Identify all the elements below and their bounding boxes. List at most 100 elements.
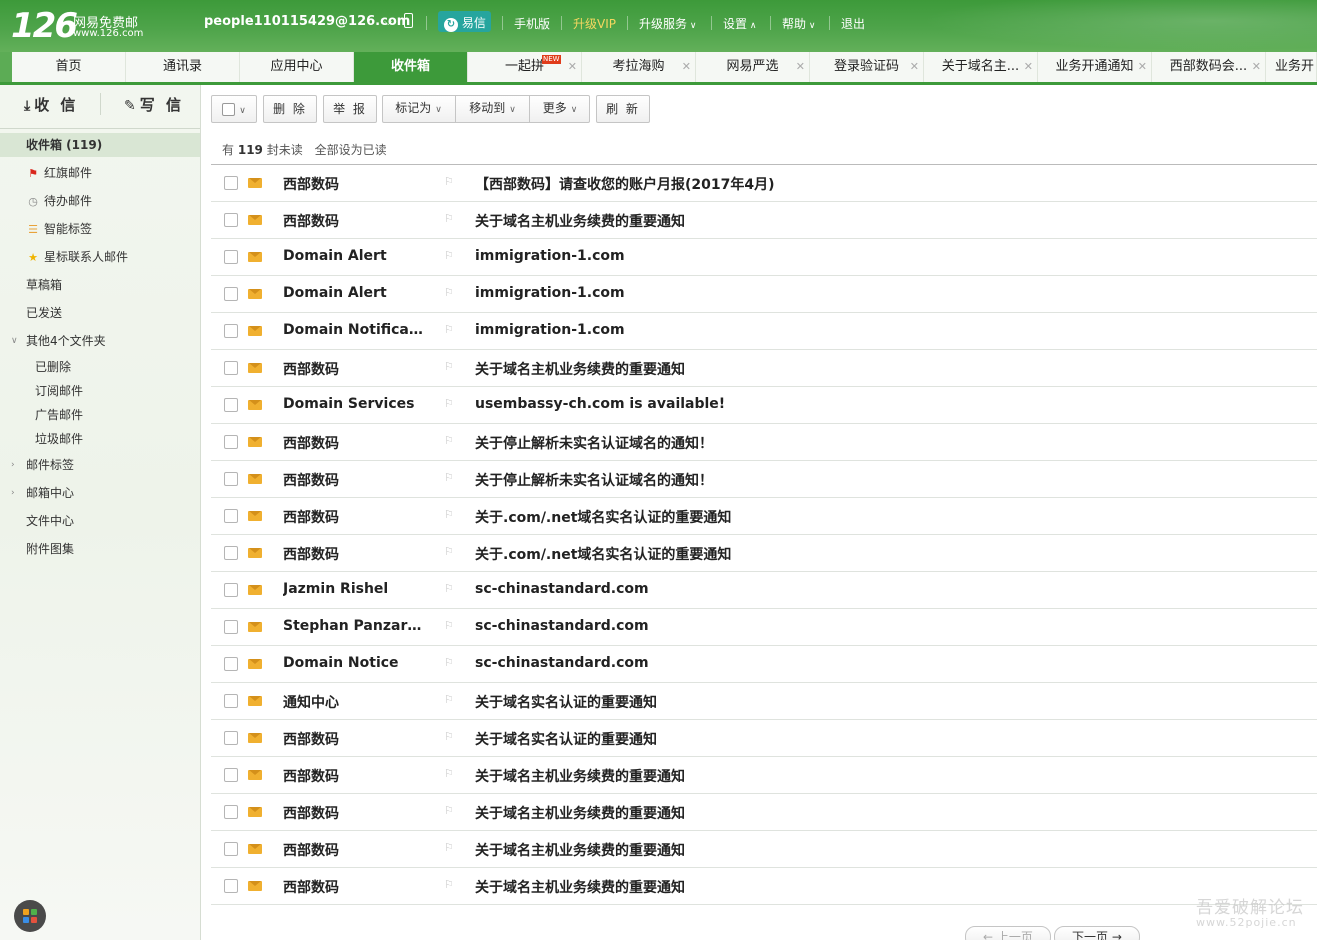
upgrade-vip-link[interactable]: 升级VIP	[573, 15, 616, 32]
sidebar-item-red-flag[interactable]: ⚑ 红旗邮件	[0, 161, 200, 185]
mail-row[interactable]: Domain Notificat... ⚐ immigration-1.com	[211, 313, 1317, 350]
more-dropdown[interactable]: 更多 ∨	[530, 95, 590, 123]
mail-row[interactable]: 西部数码 ⚐ 关于域名主机业务续费的重要通知	[211, 831, 1317, 868]
close-icon[interactable]: ✕	[682, 52, 691, 82]
select-all-checkbox[interactable]	[222, 103, 236, 116]
flag-icon[interactable]: ⚐	[444, 767, 454, 780]
mail-sender[interactable]: 西部数码	[283, 470, 423, 490]
mail-subject[interactable]: 关于域名主机业务续费的重要通知	[475, 359, 685, 379]
sidebar-item-file-center[interactable]: 文件中心	[0, 509, 200, 533]
sidebar-item-drafts[interactable]: 草稿箱	[0, 273, 200, 297]
chevron-down-icon[interactable]: ⌵	[384, 15, 392, 29]
logo-number[interactable]: 126	[11, 6, 78, 46]
sidebar-item-other-folders[interactable]: ∨ 其他4个文件夹	[0, 329, 200, 353]
mail-checkbox[interactable]	[224, 546, 238, 560]
mail-checkbox[interactable]	[224, 398, 238, 412]
flag-icon[interactable]: ⚐	[444, 693, 454, 706]
refresh-button[interactable]: 刷 新	[596, 95, 650, 123]
write-mail-button[interactable]: ✎ 写 信	[124, 94, 184, 115]
flag-icon[interactable]: ⚐	[444, 804, 454, 817]
mail-row[interactable]: 西部数码 ⚐ 关于域名主机业务续费的重要通知	[211, 757, 1317, 794]
tab-west-digital[interactable]: 西部数码会... ✕	[1152, 52, 1266, 82]
sidebar-item-ads[interactable]: 广告邮件	[0, 403, 200, 427]
mail-sender[interactable]: Domain Alert	[283, 248, 423, 264]
mail-subject[interactable]: 【西部数码】请查收您的账户月报(2017年4月)	[475, 174, 775, 194]
mail-sender[interactable]: 西部数码	[283, 766, 423, 786]
tab-kaola[interactable]: 考拉海购 ✕	[582, 52, 696, 82]
mail-sender[interactable]: 西部数码	[283, 877, 423, 897]
sidebar-item-mailbox-center[interactable]: › 邮箱中心	[0, 481, 200, 505]
tab-home[interactable]: 首页	[12, 52, 126, 82]
mail-checkbox[interactable]	[224, 361, 238, 375]
mail-subject[interactable]: 关于域名主机业务续费的重要通知	[475, 211, 685, 231]
mail-checkbox[interactable]	[224, 435, 238, 449]
mail-subject[interactable]: sc-chinastandard.com	[475, 581, 649, 597]
mail-sender[interactable]: 西部数码	[283, 507, 423, 527]
mail-checkbox[interactable]	[224, 176, 238, 190]
mail-checkbox[interactable]	[224, 250, 238, 264]
mail-checkbox[interactable]	[224, 842, 238, 856]
mail-subject[interactable]: 关于域名主机业务续费的重要通知	[475, 803, 685, 823]
user-email[interactable]: people110115429@126.com	[204, 14, 410, 29]
mail-subject[interactable]: 关于.com/.net域名实名认证的重要通知	[475, 507, 731, 527]
mail-checkbox[interactable]	[224, 879, 238, 893]
apps-grid-icon[interactable]	[14, 900, 46, 932]
phone-icon[interactable]	[404, 13, 413, 28]
sidebar-item-inbox[interactable]: 收件箱 (119)	[0, 133, 200, 157]
logout-link[interactable]: 退出	[841, 15, 865, 32]
mail-sender[interactable]: Domain Notificat...	[283, 322, 423, 338]
select-all-dropdown[interactable]: ∨	[211, 95, 257, 123]
sidebar-item-sent[interactable]: 已发送	[0, 301, 200, 325]
mark-all-read-link[interactable]: 全部设为已读	[315, 143, 387, 157]
mail-checkbox[interactable]	[224, 287, 238, 301]
tab-domain-owner[interactable]: 关于域名主... ✕	[924, 52, 1038, 82]
mail-row[interactable]: Domain Notice ⚐ sc-chinastandard.com	[211, 646, 1317, 683]
sidebar-item-subscriptions[interactable]: 订阅邮件	[0, 379, 200, 403]
mail-row[interactable]: 西部数码 ⚐ 关于域名主机业务续费的重要通知	[211, 794, 1317, 831]
mail-checkbox[interactable]	[224, 805, 238, 819]
flag-icon[interactable]: ⚐	[444, 841, 454, 854]
mail-row[interactable]: 西部数码 ⚐ 关于停止解析未实名认证域名的通知！	[211, 461, 1317, 498]
tab-app-center[interactable]: 应用中心	[240, 52, 354, 82]
upgrade-service-menu[interactable]: 升级服务 ∨	[639, 15, 696, 32]
flag-icon[interactable]: ⚐	[444, 360, 454, 373]
mail-sender[interactable]: Domain Alert	[283, 285, 423, 301]
flag-icon[interactable]: ⚐	[444, 175, 454, 188]
mail-row[interactable]: Domain Alert ⚐ immigration-1.com	[211, 276, 1317, 313]
mail-row[interactable]: 西部数码 ⚐ 【西部数码】请查收您的账户月报(2017年4月)	[211, 165, 1317, 202]
mail-subject[interactable]: 关于停止解析未实名认证域名的通知！	[475, 470, 713, 490]
mail-subject[interactable]: 关于.com/.net域名实名认证的重要通知	[475, 544, 731, 564]
mobile-version-link[interactable]: 手机版	[514, 15, 550, 32]
close-icon[interactable]: ✕	[1252, 52, 1261, 82]
flag-icon[interactable]: ⚐	[444, 582, 454, 595]
tab-yanxuan[interactable]: 网易严选 ✕	[696, 52, 810, 82]
sidebar-item-star-contacts[interactable]: ★ 星标联系人邮件	[0, 245, 200, 269]
close-icon[interactable]: ✕	[1024, 52, 1033, 82]
mail-sender[interactable]: Domain Notice	[283, 655, 423, 671]
mail-sender[interactable]: 西部数码	[283, 729, 423, 749]
flag-icon[interactable]: ⚐	[444, 545, 454, 558]
mail-subject[interactable]: immigration-1.com	[475, 322, 625, 338]
mail-checkbox[interactable]	[224, 620, 238, 634]
mail-checkbox[interactable]	[224, 694, 238, 708]
mail-subject[interactable]: 关于域名主机业务续费的重要通知	[475, 766, 685, 786]
mail-sender[interactable]: 西部数码	[283, 211, 423, 231]
prev-page-button[interactable]: ← 上一页	[965, 926, 1051, 940]
mail-checkbox[interactable]	[224, 324, 238, 338]
flag-icon[interactable]: ⚐	[444, 434, 454, 447]
mail-sender[interactable]: 西部数码	[283, 803, 423, 823]
mail-sender[interactable]: Stephan Panzarino	[283, 618, 423, 634]
next-page-button[interactable]: 下一页 →	[1054, 926, 1140, 940]
mail-subject[interactable]: immigration-1.com	[475, 248, 625, 264]
mail-checkbox[interactable]	[224, 768, 238, 782]
tab-contacts[interactable]: 通讯录	[126, 52, 240, 82]
mail-row[interactable]: 西部数码 ⚐ 关于.com/.net域名实名认证的重要通知	[211, 535, 1317, 572]
mail-row[interactable]: Jazmin Rishel ⚐ sc-chinastandard.com	[211, 572, 1317, 609]
mail-sender[interactable]: 西部数码	[283, 840, 423, 860]
mail-subject[interactable]: 关于域名主机业务续费的重要通知	[475, 840, 685, 860]
mail-row[interactable]: 西部数码 ⚐ 关于域名主机业务续费的重要通知	[211, 202, 1317, 239]
flag-icon[interactable]: ⚐	[444, 323, 454, 336]
mail-row[interactable]: 西部数码 ⚐ 关于.com/.net域名实名认证的重要通知	[211, 498, 1317, 535]
mail-checkbox[interactable]	[224, 657, 238, 671]
mail-checkbox[interactable]	[224, 509, 238, 523]
